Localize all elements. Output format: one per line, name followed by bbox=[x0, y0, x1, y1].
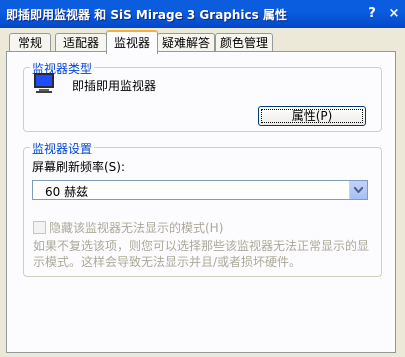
tab-general[interactable]: 常规 bbox=[9, 33, 51, 52]
hide-modes-label: 隐藏该监视器无法显示的模式(H) bbox=[49, 221, 224, 235]
dropdown-arrow-icon[interactable] bbox=[349, 181, 367, 199]
window-title: 即插即用监视器 和 SiS Mirage 3 Graphics 属性 bbox=[6, 8, 287, 22]
tab-troubleshoot[interactable]: 疑难解答 bbox=[157, 33, 215, 52]
properties-button[interactable]: 属性(P) bbox=[258, 106, 366, 126]
refresh-rate-label: 屏幕刷新频率(S): bbox=[32, 160, 126, 174]
refresh-rate-select[interactable]: 60 赫兹 bbox=[32, 180, 368, 200]
hide-modes-checkbox[interactable] bbox=[33, 221, 46, 234]
monitor-icon bbox=[34, 73, 54, 93]
title-bar[interactable]: 即插即用监视器 和 SiS Mirage 3 Graphics 属性 ? × bbox=[0, 0, 405, 28]
help-button[interactable]: ? bbox=[362, 4, 382, 24]
refresh-rate-value: 60 赫兹 bbox=[45, 185, 89, 199]
hide-modes-description: 如果不复选该项，则您可以选择那些该监视器无法正常显示的显示模式。这样会导致无法显… bbox=[33, 239, 370, 269]
close-button[interactable]: × bbox=[384, 4, 404, 24]
tab-color-management[interactable]: 颜色管理 bbox=[215, 33, 273, 52]
monitor-name: 即插即用监视器 bbox=[72, 79, 157, 93]
tab-monitor[interactable]: 监视器 bbox=[106, 30, 158, 54]
tab-adapter[interactable]: 适配器 bbox=[55, 33, 107, 52]
monitor-settings-group-title: 监视器设置 bbox=[30, 140, 95, 157]
